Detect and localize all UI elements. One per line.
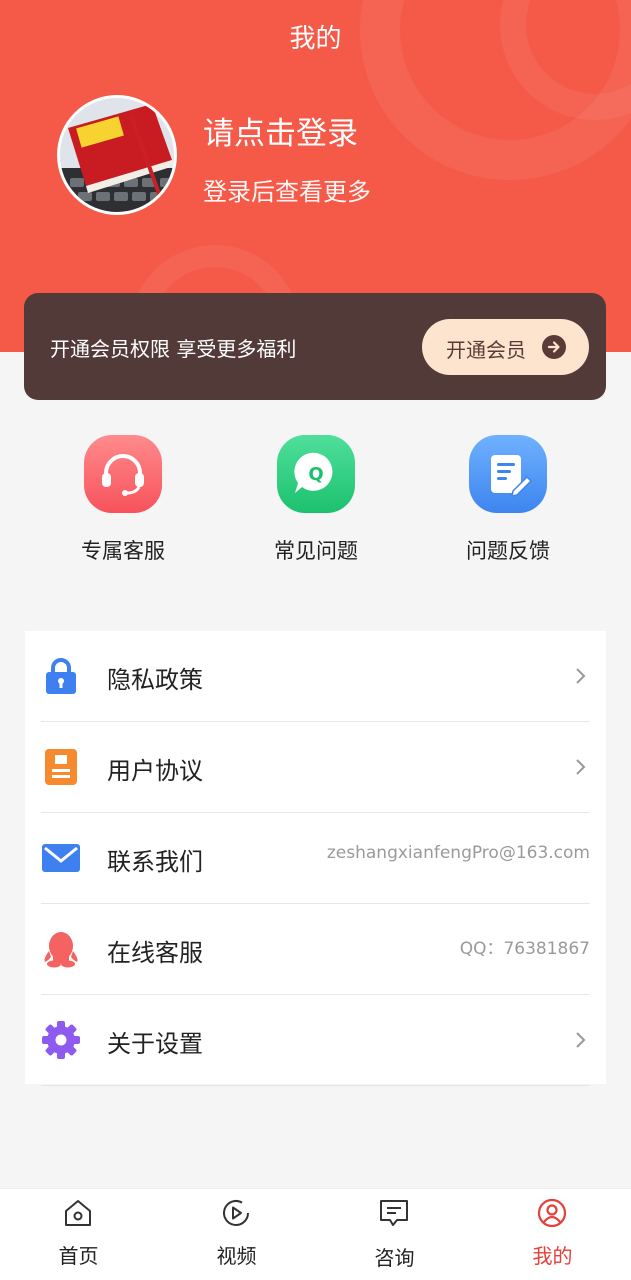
menu-item-label: 用户协议 — [107, 757, 203, 785]
quick-action-feedback[interactable]: 问题反馈 — [428, 435, 588, 565]
chevron-right-icon — [574, 756, 588, 778]
vip-promo-text: 开通会员权限 享受更多福利 — [50, 337, 297, 361]
tab-mine[interactable]: 我的 — [474, 1189, 631, 1280]
document-icon — [41, 747, 81, 787]
divider — [41, 1085, 590, 1086]
book-avatar-image — [60, 98, 174, 212]
qq-icon — [41, 929, 81, 969]
login-subtitle: 登录后查看更多 — [203, 178, 371, 206]
menu-item-online-service[interactable]: 在线客服 QQ：76381867 — [25, 904, 606, 995]
svg-text:Q: Q — [308, 464, 323, 485]
settings-menu: 隐私政策 用户协议 联系我们 zeshangxianfengPro@163.co… — [25, 631, 606, 1086]
vip-button-label: 开通会员 — [446, 338, 526, 362]
tab-label: 我的 — [532, 1244, 573, 1268]
tab-consult[interactable]: 咨询 — [316, 1189, 473, 1280]
menu-item-user-agreement[interactable]: 用户协议 — [25, 722, 606, 813]
tab-label: 首页 — [58, 1244, 99, 1268]
menu-item-label: 联系我们 — [107, 848, 203, 876]
message-icon — [378, 1197, 410, 1229]
avatar[interactable] — [57, 95, 177, 215]
gear-icon — [41, 1020, 81, 1060]
feedback-icon — [469, 435, 547, 513]
home-icon — [62, 1197, 94, 1229]
play-icon — [220, 1197, 252, 1229]
quick-action-faq[interactable]: Q 常见问题 — [236, 435, 396, 565]
bottom-tab-bar: 首页 视频 咨询 我的 — [0, 1188, 631, 1280]
tab-home[interactable]: 首页 — [0, 1189, 157, 1280]
page-title: 我的 — [289, 24, 342, 54]
quick-action-label: 问题反馈 — [466, 539, 550, 563]
menu-item-about-settings[interactable]: 关于设置 — [25, 995, 606, 1086]
qq-number: QQ：76381867 — [459, 939, 590, 959]
lock-icon — [41, 656, 81, 696]
quick-action-label: 常见问题 — [274, 539, 358, 563]
chevron-right-icon — [574, 665, 588, 687]
faq-icon: Q — [277, 435, 355, 513]
mail-icon — [41, 838, 81, 878]
chevron-right-icon — [574, 1029, 588, 1051]
vip-banner: 开通会员权限 享受更多福利 开通会员 — [24, 293, 606, 400]
tab-label: 咨询 — [374, 1246, 415, 1270]
arrow-right-icon — [542, 335, 566, 359]
menu-item-contact-us[interactable]: 联系我们 zeshangxianfengPro@163.com — [25, 813, 606, 904]
vip-open-button[interactable]: 开通会员 — [422, 319, 589, 375]
menu-item-privacy-policy[interactable]: 隐私政策 — [25, 631, 606, 722]
menu-item-label: 关于设置 — [107, 1030, 203, 1058]
login-prompt[interactable]: 请点击登录 — [203, 108, 358, 153]
quick-action-customer-service[interactable]: 专属客服 — [43, 435, 203, 565]
menu-item-label: 隐私政策 — [107, 666, 203, 694]
headset-icon — [84, 435, 162, 513]
tab-video[interactable]: 视频 — [158, 1189, 315, 1280]
user-icon — [536, 1197, 568, 1229]
menu-item-label: 在线客服 — [107, 939, 203, 967]
quick-action-label: 专属客服 — [81, 539, 165, 563]
tab-label: 视频 — [216, 1244, 257, 1268]
contact-email: zeshangxianfengPro@163.com — [326, 843, 590, 863]
